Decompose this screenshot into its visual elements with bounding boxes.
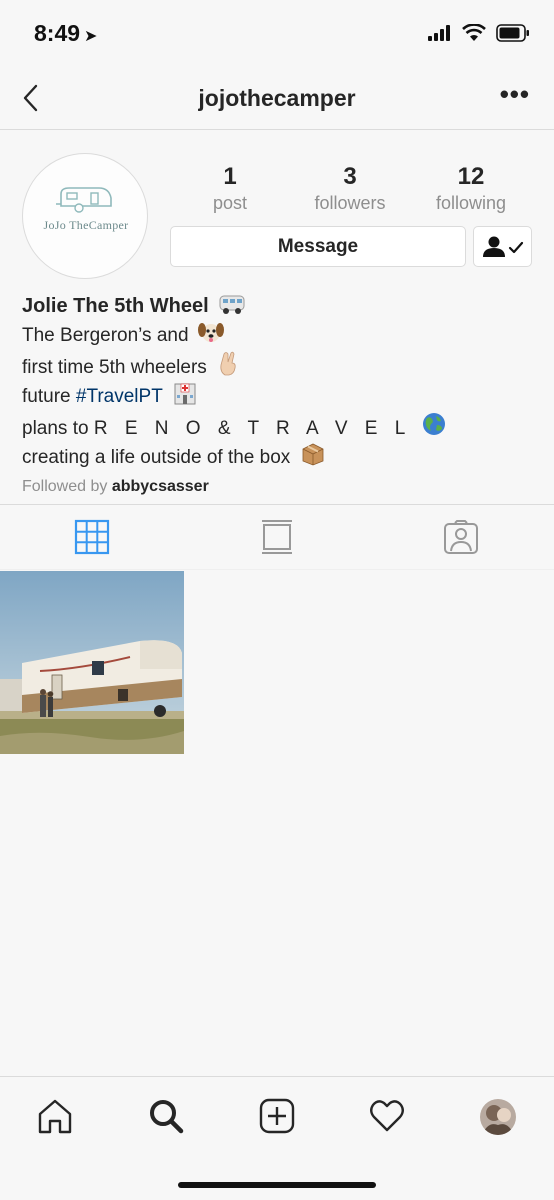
status-indicators	[428, 24, 530, 42]
package-emoji-icon	[302, 443, 323, 466]
person-check-icon	[483, 236, 524, 257]
avatar-logo-text: JoJo TheCamper	[43, 218, 129, 232]
home-indicator	[178, 1182, 376, 1188]
bio-line: creating a life outside of the box	[22, 442, 532, 472]
posts-label: post	[212, 193, 248, 213]
message-button[interactable]: Message	[170, 226, 466, 267]
followed-by-user[interactable]: abbycsasser	[112, 478, 209, 495]
add-icon[interactable]	[258, 1097, 296, 1135]
following-label: following	[435, 193, 507, 213]
signal-icon	[428, 25, 450, 41]
bio-name: Jolie The 5th Wheel	[22, 292, 532, 320]
profile-tabs	[0, 504, 554, 570]
post-thumbnail[interactable]	[0, 571, 184, 754]
dog-face-emoji-icon	[197, 323, 224, 342]
profile-username: jojothecamper	[198, 85, 356, 111]
bio-line: The Bergeron’s and	[22, 320, 532, 350]
feed-icon[interactable]	[259, 519, 295, 555]
hospital-emoji-icon	[174, 383, 196, 405]
profile-photo-icon	[480, 1099, 516, 1135]
bio-line: first time 5th wheelers	[22, 350, 532, 382]
grid-icon[interactable]	[74, 519, 110, 555]
camper-logo-icon	[56, 187, 112, 213]
status-time: 8:49 ➤	[34, 20, 98, 46]
wifi-icon	[462, 24, 486, 41]
search-icon[interactable]	[147, 1097, 185, 1135]
profile-bio: Jolie The 5th Wheel The Bergeron’s and f…	[22, 292, 532, 498]
home-icon[interactable]	[36, 1097, 74, 1135]
battery-icon	[496, 24, 529, 42]
followers-count: 3	[343, 163, 357, 190]
heart-icon[interactable]	[368, 1097, 406, 1135]
bio-line: plans to R E N O & T R A V E L	[22, 411, 532, 443]
profile-avatar-icon[interactable]	[480, 1099, 516, 1135]
following-count: 12	[457, 163, 485, 190]
profile-header: jojothecamper •••	[0, 68, 554, 130]
location-arrow-icon: ➤	[84, 28, 98, 45]
tagged-icon[interactable]	[443, 519, 479, 555]
globe-emoji-icon	[422, 412, 445, 435]
status-bar: 8:49 ➤	[0, 0, 554, 68]
followers-label: followers	[314, 193, 386, 213]
stat-posts[interactable]: 1 post	[170, 162, 290, 214]
followed-by[interactable]: Followed by abbycsasser	[22, 476, 532, 498]
minibus-emoji-icon	[219, 295, 245, 314]
fifth-wheel-camper-photo	[0, 571, 184, 754]
bottom-navigation	[0, 1076, 554, 1200]
crossed-fingers-emoji-icon	[220, 351, 236, 375]
posts-count: 1	[223, 163, 237, 190]
hashtag-link[interactable]: #TravelPT	[76, 386, 163, 407]
bio-line: future #TravelPT	[22, 381, 532, 411]
avatar[interactable]: JoJo TheCamper	[22, 153, 148, 279]
stat-followers[interactable]: 3 followers	[290, 162, 410, 214]
more-icon[interactable]: •••	[500, 81, 530, 107]
following-toggle-button[interactable]	[473, 226, 532, 267]
stat-following[interactable]: 12 following	[411, 162, 531, 214]
